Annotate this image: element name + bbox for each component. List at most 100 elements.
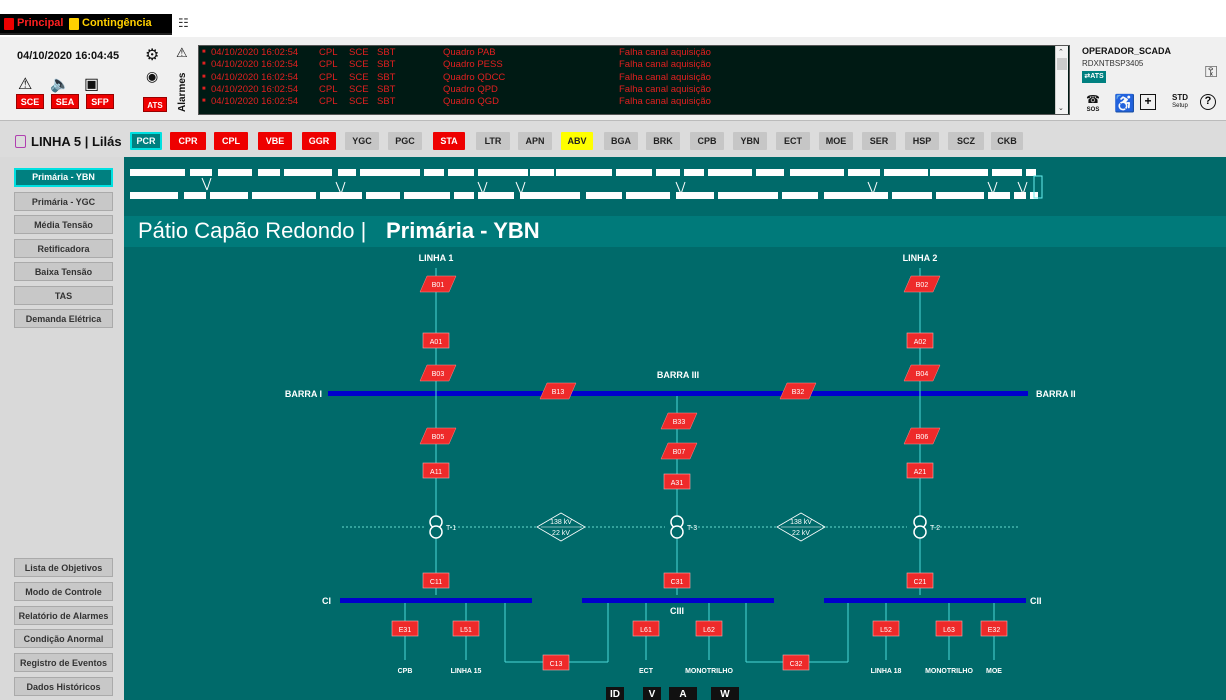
sidebar-item-condi-o-anormal[interactable]: Condição Anormal (14, 629, 113, 649)
alarm-list[interactable]: ■ 04/10/2020 16:02:54 CPL SCE SBT Quadro PAB F… (198, 45, 1070, 115)
sce-button[interactable]: SCE (16, 94, 44, 109)
cii-label: CII (1030, 596, 1042, 606)
overview-segment (478, 169, 528, 176)
breaker-b04-label: B04 (916, 371, 929, 378)
sidebar-item-prim-ria-ygc[interactable]: Primária - YGC (14, 191, 113, 211)
tab-vbe[interactable]: VBE (258, 132, 292, 150)
transformer-t1-label: T-1 (446, 525, 456, 532)
overview-segment (520, 192, 580, 199)
tab-pcr[interactable]: PCR (130, 132, 162, 150)
tab-ltr[interactable]: LTR (476, 132, 510, 150)
siren-icon[interactable]: ⚠ (18, 74, 32, 94)
gear-icon[interactable]: ⚙ (145, 45, 159, 65)
sos-phone-icon[interactable]: ☎ SOS (1082, 95, 1104, 115)
alarm-desc: Falha canal aquisição (619, 96, 711, 108)
sidebar-item-lista-de-objetivos[interactable]: Lista de Objetivos (14, 558, 113, 577)
overview-segment (988, 192, 1010, 199)
breaker-l52-label: L52 (880, 627, 892, 634)
help-icon[interactable]: ? (1200, 94, 1216, 110)
ci-bus (340, 598, 532, 603)
tab-ser[interactable]: SER (862, 132, 896, 150)
sidebar-item-m-dia-tens-o[interactable]: Média Tensão (14, 215, 113, 234)
tab-sta[interactable]: STA (433, 132, 465, 150)
overview-segment (404, 192, 450, 199)
sidebar-item-tas[interactable]: TAS (14, 285, 113, 305)
std-setup-button[interactable]: STD Setup (1168, 94, 1192, 110)
tab-ggr[interactable]: GGR (302, 132, 336, 150)
sidebar-item-baixa-tens-o[interactable]: Baixa Tensão (14, 262, 113, 281)
alarm-row[interactable]: ■ 04/10/2020 16:02:54 CPL SCE SBT Quadro QGD F… (199, 96, 1059, 107)
tab-ect[interactable]: ECT (776, 132, 810, 150)
key-icon[interactable]: ⚿ (1205, 64, 1217, 82)
overview-segment (848, 169, 880, 176)
alarm-scrollbar[interactable]: ⌃ ⌄ (1055, 46, 1068, 114)
alarm-sys: SCE (349, 47, 369, 58)
alarm-line: CPL (319, 59, 338, 71)
train-icon (15, 135, 26, 148)
tab-ygc[interactable]: YGC (345, 132, 379, 150)
tab-pgc[interactable]: PGC (388, 132, 422, 150)
overview-segment (684, 169, 704, 176)
tab-cpl[interactable]: CPL (214, 132, 248, 150)
menu-principal[interactable]: Principal (17, 17, 63, 29)
breaker-b02-label: B02 (916, 282, 929, 289)
sidebar-item-retificadora[interactable]: Retificadora (14, 238, 113, 258)
tab-moe[interactable]: MOE (819, 132, 853, 150)
sea-button[interactable]: SEA (51, 94, 79, 109)
tab-ckb[interactable]: CKB (991, 132, 1023, 150)
overview-segment (626, 192, 670, 199)
ats-button[interactable]: ATS (143, 97, 167, 112)
alarm-row[interactable]: ■ 04/10/2020 16:02:54 CPL SCE SBT Quadro PAB F… (199, 47, 1059, 58)
tab-bga[interactable]: BGA (604, 132, 638, 150)
record-icon[interactable]: ◉ (146, 68, 158, 85)
tab-scz[interactable]: SCZ (948, 132, 984, 150)
sidebar-item-demanda-el-trica[interactable]: Demanda Elétrica (14, 309, 113, 328)
overview-segment (338, 169, 356, 176)
footer-a-label: A (679, 689, 686, 700)
speaker-icon[interactable]: 🔈 (50, 74, 70, 94)
breaker-a11-label: A11 (430, 469, 442, 476)
breaker-l63-label: L63 (943, 627, 955, 634)
sidebar-item-relat-rio-de-alarmes[interactable]: Relatório de Alarmes (14, 605, 113, 625)
alarm-desc: Falha canal aquisição (619, 47, 711, 58)
overview-segment (930, 169, 988, 176)
transformer-t3-label: T-3 (687, 525, 697, 532)
sidebar-item-prim-ria-ybn[interactable]: Primária - YBN (14, 168, 113, 187)
tab-cpb[interactable]: CPB (690, 132, 724, 150)
overview-segment (210, 192, 248, 199)
alarm-marker-icon: ■ (202, 85, 206, 92)
alarm-date: 04/10/2020 16:02:54 (211, 83, 299, 95)
feeder-label: LINHA 15 (451, 668, 482, 675)
overview-segment (448, 169, 474, 176)
camera-icon[interactable]: ▣ (84, 74, 99, 94)
alarm-row[interactable]: ■ 04/10/2020 16:02:54 CPL SCE SBT Quadro QPD F… (199, 84, 1059, 95)
tab-cpr[interactable]: CPR (170, 132, 206, 150)
menu-contingencia[interactable]: Contingência (82, 17, 152, 29)
feeder-label: MONOTRILHO (925, 668, 973, 675)
alarm-row[interactable]: ■ 04/10/2020 16:02:54 CPL SCE SBT Quadro PESS… (199, 59, 1059, 70)
overview-segment (884, 169, 928, 176)
alarm-row[interactable]: ■ 04/10/2020 16:02:54 CPL SCE SBT Quadro QDCC… (199, 72, 1059, 83)
breaker-a31-label: A31 (671, 480, 684, 487)
tab-apn[interactable]: APN (518, 132, 552, 150)
accessibility-icon[interactable]: ♿ (1114, 94, 1135, 114)
tab-brk[interactable]: BRK (646, 132, 680, 150)
chat-icon[interactable]: ☷ (178, 16, 189, 30)
alarm-sys: SCE (349, 71, 369, 83)
overview-segment (556, 169, 612, 176)
sidebar-item-modo-de-controle[interactable]: Modo de Controle (14, 581, 113, 601)
alarm-bell-icon[interactable]: ⚠ (176, 45, 188, 61)
sfp-button[interactable]: SFP (86, 94, 114, 109)
sidebar-item-registro-de-eventos[interactable]: Registro de Eventos (14, 653, 113, 673)
sidebar-item-dados-hist-ricos[interactable]: Dados Históricos (14, 677, 113, 696)
tab-hsp[interactable]: HSP (905, 132, 939, 150)
overview-segment (130, 169, 185, 176)
tab-ybn[interactable]: YBN (733, 132, 767, 150)
alarm-equip: Quadro QDCC (443, 71, 506, 83)
overview-segment (992, 169, 1022, 176)
ciii-bus (582, 598, 774, 603)
tab-abv[interactable]: ABV (561, 132, 593, 150)
panel-icon[interactable]: + (1140, 94, 1156, 110)
breaker-b32-label: B32 (792, 389, 805, 396)
overview-segment (790, 169, 844, 176)
